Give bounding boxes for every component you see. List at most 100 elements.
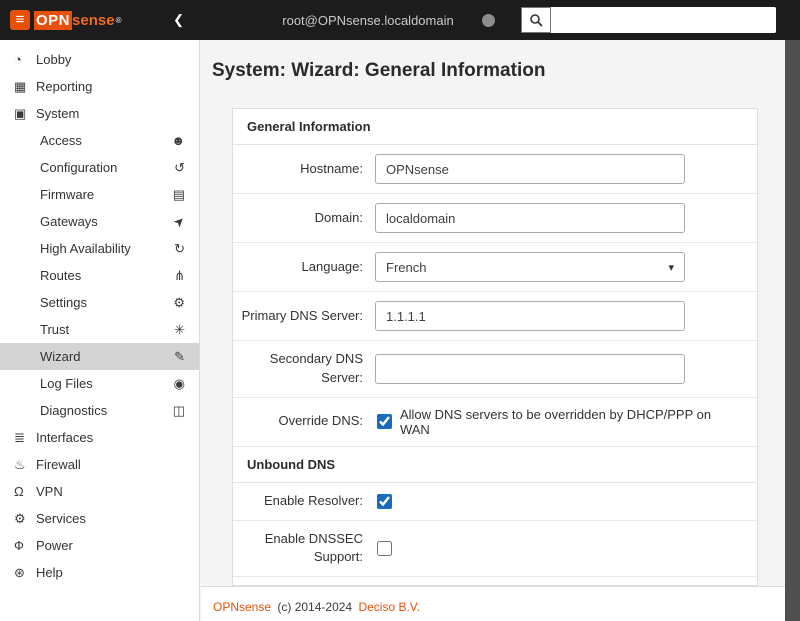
sidebar-collapse-button[interactable]: ❮ — [173, 12, 184, 28]
top-bar: ≡ OPN sense ® ❮ root@OPNsense.localdomain — [0, 0, 800, 40]
primary-dns-label: Primary DNS Server: — [241, 307, 363, 323]
enable-resolver-label: Enable Resolver: — [264, 492, 363, 508]
sidebar-item-label: Routes — [40, 268, 82, 283]
form-row-override-dns: Override DNS: Allow DNS servers to be ov… — [233, 398, 757, 447]
sidebar-item-label: Power — [36, 538, 73, 553]
sidebar-item-diagnostics[interactable]: Diagnostics ◫ — [0, 397, 199, 424]
sidebar-item-routes[interactable]: Routes ⋔ — [0, 262, 199, 289]
sidebar-item-label: Trust — [40, 322, 70, 337]
life-ring-icon: ⊛ — [14, 564, 25, 580]
wizard-form-panel: General Information Hostname: Domain: La… — [232, 108, 758, 587]
search-input[interactable] — [551, 7, 776, 33]
section-header-unbound-dns: Unbound DNS — [233, 447, 757, 483]
main-content: System: Wizard: General Information Gene… — [201, 40, 785, 621]
form-row-hostname: Hostname: — [233, 145, 757, 194]
sidebar: ◔ Lobby ▦ Reporting ▣ System Access ☻ Co… — [0, 40, 200, 621]
magic-wand-icon: ✎ — [174, 348, 185, 364]
sidebar-item-label: Firmware — [40, 187, 95, 202]
camera-icon: ◫ — [172, 402, 185, 418]
sidebar-item-access[interactable]: Access ☻ — [0, 127, 199, 154]
history-icon: ↺ — [174, 159, 185, 175]
primary-dns-input[interactable] — [375, 301, 685, 331]
language-label: Language: — [301, 258, 363, 274]
road-icon: ⋔ — [174, 267, 185, 283]
refresh-icon: ↻ — [174, 240, 185, 256]
search-button[interactable] — [521, 7, 551, 33]
sidebar-item-vpn[interactable]: Ω VPN — [0, 478, 199, 505]
sidebar-item-configuration[interactable]: Configuration ↺ — [0, 154, 199, 181]
certificate-icon: ✳ — [174, 321, 185, 337]
sidebar-item-help[interactable]: ⊛ Help — [0, 559, 199, 586]
sidebar-item-label: High Availability — [40, 241, 131, 256]
override-dns-checkbox[interactable] — [377, 414, 392, 430]
enable-dnssec-checkbox[interactable] — [377, 540, 392, 556]
sidebar-item-firmware[interactable]: Firmware ▤ — [0, 181, 199, 208]
search-icon — [530, 14, 543, 27]
brand-area: ≡ OPN sense ® ❮ — [0, 0, 200, 40]
sidebar-item-label: Firewall — [36, 457, 81, 472]
form-row-domain: Domain: — [233, 194, 757, 243]
logo-text-opn: OPN — [34, 10, 73, 30]
footer-deciso-link[interactable]: Deciso B.V. — [358, 600, 420, 614]
domain-input[interactable] — [375, 203, 685, 233]
override-dns-description: Allow DNS servers to be overridden by DH… — [399, 406, 712, 437]
opnsense-logo-icon[interactable]: ≡ — [10, 10, 30, 30]
language-select[interactable]: French ▾ — [375, 252, 685, 282]
sidebar-item-high-availability[interactable]: High Availability ↻ — [0, 235, 199, 262]
chart-icon: ▦ — [14, 78, 27, 94]
hostname-input[interactable] — [375, 154, 685, 184]
sidebar-item-power[interactable]: Ф Power — [0, 532, 199, 559]
sidebar-item-firewall[interactable]: ♨ Firewall — [0, 451, 199, 478]
sidebar-item-label: Reporting — [36, 79, 93, 94]
interfaces-icon: ≣ — [14, 429, 25, 445]
registered-mark: ® — [115, 15, 122, 25]
enable-dnssec-label: Enable DNSSEC Support: — [264, 530, 363, 565]
footer: OPNsense (c) 2014-2024 Deciso B.V. — [201, 586, 785, 621]
eye-icon: ◉ — [173, 375, 185, 391]
sidebar-item-gateways[interactable]: Gateways ➤ — [0, 208, 199, 235]
sidebar-item-label: Gateways — [40, 214, 98, 229]
lock-icon: Ω — [14, 484, 24, 499]
domain-label: Domain: — [314, 209, 363, 225]
page-scrollbar[interactable] — [785, 40, 800, 621]
sidebar-item-label: Log Files — [40, 376, 93, 391]
footer-copyright-text: (c) 2014-2024 — [277, 600, 353, 615]
sidebar-item-label: Access — [40, 133, 82, 148]
chevron-down-icon: ▾ — [668, 261, 674, 274]
sidebar-item-services[interactable]: ⚙ Services — [0, 505, 199, 532]
search-box — [521, 7, 776, 33]
section-header-general-information: General Information — [233, 109, 757, 145]
sidebar-item-interfaces[interactable]: ≣ Interfaces — [0, 424, 199, 451]
sidebar-item-label: Services — [36, 511, 86, 526]
footer-opnsense-link[interactable]: OPNsense — [213, 600, 271, 614]
sidebar-item-lobby[interactable]: ◔ Lobby — [0, 46, 199, 73]
sidebar-item-settings[interactable]: Settings ⚙ — [0, 289, 199, 316]
secondary-dns-label: Secondary DNS Server: — [269, 351, 363, 385]
enable-resolver-checkbox[interactable] — [377, 493, 392, 509]
sidebar-item-wizard[interactable]: Wizard ✎ — [0, 343, 199, 370]
status-dot-icon — [481, 13, 495, 27]
tachometer-icon: ◔ — [14, 52, 22, 67]
page-title: System: Wizard: General Information — [212, 60, 546, 81]
system-icon: ▣ — [14, 105, 27, 121]
form-row-enable-resolver: Enable Resolver: — [233, 483, 757, 521]
sidebar-item-label: Diagnostics — [40, 403, 108, 418]
book-icon: ▤ — [172, 186, 185, 202]
sidebar-item-label: Help — [36, 565, 63, 580]
session-area: root@OPNsense.localdomain — [200, 13, 521, 28]
secondary-dns-input[interactable] — [375, 353, 685, 384]
sidebar-item-system[interactable]: ▣ System — [0, 100, 199, 127]
session-user-label: root@OPNsense.localdomain — [282, 12, 454, 28]
sidebar-item-label: Configuration — [40, 160, 118, 175]
sidebar-item-label: Interfaces — [36, 430, 94, 445]
sidebar-item-label: Lobby — [36, 52, 72, 67]
power-icon: Ф — [14, 538, 24, 553]
sidebar-item-trust[interactable]: Trust ✳ — [0, 316, 199, 343]
override-dns-label: Override DNS: — [278, 413, 363, 429]
form-row-partial — [233, 577, 757, 585]
form-row-primary-dns: Primary DNS Server: — [233, 292, 757, 341]
gears-icon: ⚙ — [173, 294, 185, 310]
fire-icon: ♨ — [14, 456, 26, 472]
sidebar-item-reporting[interactable]: ▦ Reporting — [0, 73, 199, 100]
sidebar-item-log-files[interactable]: Log Files ◉ — [0, 370, 199, 397]
